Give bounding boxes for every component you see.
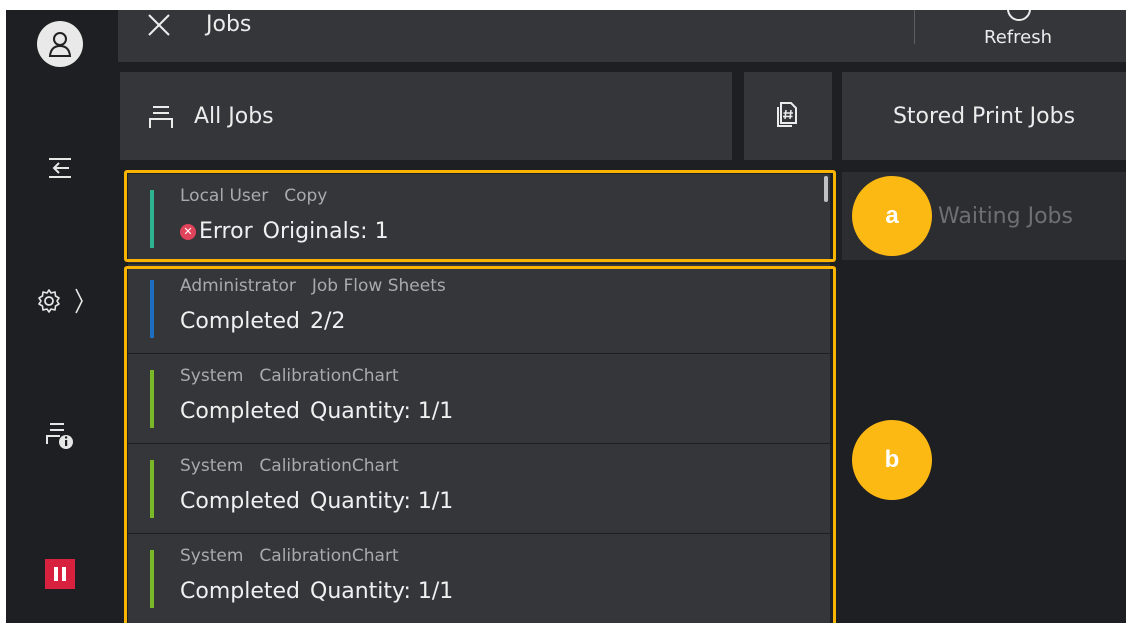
waiting-jobs-label: Waiting Jobs [938,204,1073,229]
callout-box-b [124,266,836,623]
pause-icon [45,559,75,589]
settings-icon [36,288,62,318]
all-jobs-button[interactable]: All Jobs [120,72,732,160]
refresh-label: Refresh [984,27,1052,48]
document-hash-icon [777,101,799,131]
close-button[interactable] [146,12,172,38]
page-title: Jobs [206,12,252,37]
job-log-icon [47,156,73,184]
callout-badge-b: b [852,420,932,500]
printer-info-icon [46,420,74,454]
chevron-right-icon [74,287,84,319]
sidebar [6,10,114,623]
user-button[interactable] [6,16,114,72]
printer-info-button[interactable] [6,414,114,460]
device-screen: Jobs Refresh All Jobs Stored Print Jobs … [6,10,1126,623]
job-number-button[interactable] [744,72,832,160]
settings-button[interactable] [6,280,114,326]
pause-button[interactable] [6,554,114,594]
printer-icon [148,104,174,134]
header-divider [914,10,915,44]
all-jobs-label: All Jobs [194,104,274,129]
user-icon [37,21,83,67]
refresh-button[interactable]: Refresh [944,10,1094,62]
stored-print-jobs-button[interactable]: Stored Print Jobs [842,72,1126,160]
close-icon [148,14,170,36]
callout-badge-a: a [852,176,932,256]
job-log-button[interactable] [6,150,114,190]
header-bar: Jobs Refresh [118,10,1126,62]
callout-box-a [124,170,836,262]
refresh-icon [1007,10,1031,21]
